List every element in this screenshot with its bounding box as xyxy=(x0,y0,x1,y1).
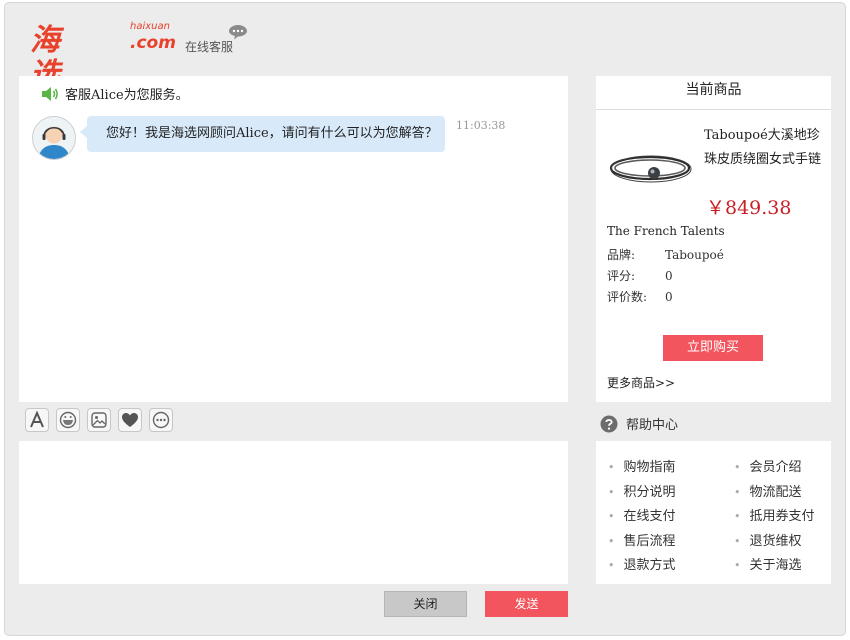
message-timestamp: 11:03:38 xyxy=(456,119,506,132)
help-link[interactable]: 购物指南 xyxy=(608,456,676,475)
send-button[interactable]: 发送 xyxy=(485,591,568,617)
online-service-label: 在线客服 xyxy=(185,40,234,54)
help-center-label: 帮助中心 xyxy=(626,418,679,433)
font-icon xyxy=(30,411,44,428)
buy-now-button[interactable]: 立即购买 xyxy=(663,335,763,361)
more-icon xyxy=(152,411,170,429)
current-product-panel: 当前商品 Taboupoé大溪地珍珠皮质绕圈女式手链 ￥849.38 The F… xyxy=(596,76,831,402)
attribute-value: Taboupoé xyxy=(665,248,724,262)
heart-icon xyxy=(122,413,138,427)
agent-message-bubble: 您好！我是海选网顾问Alice，请问有什么可以为您解答？ xyxy=(80,116,445,152)
help-link[interactable]: 退货维权 xyxy=(734,530,802,549)
agent-avatar xyxy=(32,116,76,160)
attribute-key: 品牌: xyxy=(607,248,636,262)
logo-com-text: .com xyxy=(130,33,176,53)
store-name: The French Talents xyxy=(607,224,725,238)
more-button[interactable] xyxy=(149,408,173,432)
speaker-icon xyxy=(42,86,58,101)
help-link[interactable]: 会员介绍 xyxy=(734,456,802,475)
product-panel-title: 当前商品 xyxy=(596,76,831,110)
product-image[interactable] xyxy=(608,148,694,186)
favorite-button[interactable] xyxy=(118,408,142,432)
help-link[interactable]: 关于海选 xyxy=(734,554,802,573)
attribute-key: 评价数: xyxy=(607,290,648,304)
emoji-icon xyxy=(59,411,77,429)
chat-bubble-icon xyxy=(229,25,247,40)
attribute-value: 0 xyxy=(665,269,673,283)
help-link[interactable]: 退款方式 xyxy=(608,554,676,573)
help-center-title: 帮助中心 xyxy=(600,414,678,433)
product-price: ￥849.38 xyxy=(706,197,792,219)
question-icon xyxy=(600,415,618,432)
help-link[interactable]: 售后流程 xyxy=(608,530,676,549)
image-button[interactable] xyxy=(87,408,111,432)
chat-toolbar xyxy=(25,408,173,432)
help-link[interactable]: 在线支付 xyxy=(608,505,676,524)
product-name[interactable]: Taboupoé大溪地珍珠皮质绕圈女式手链 xyxy=(704,124,824,172)
attribute-key: 评分: xyxy=(607,269,636,283)
service-notice-text: 客服Alice为您服务。 xyxy=(65,88,189,103)
close-button[interactable]: 关闭 xyxy=(384,591,467,617)
help-links-panel: 购物指南 会员介绍 积分说明 物流配送 在线支付 抵用券支付 售后流程 退货维权… xyxy=(596,441,831,584)
message-input-panel xyxy=(19,441,568,584)
logo-sub-text: haixuan xyxy=(130,21,170,32)
attribute-rating: 评分: 0 xyxy=(607,267,673,284)
emoji-button[interactable] xyxy=(56,408,80,432)
attribute-brand: 品牌: Taboupoé xyxy=(607,246,724,263)
message-input[interactable] xyxy=(19,441,568,584)
help-link[interactable]: 抵用券支付 xyxy=(734,505,815,524)
more-products-link[interactable]: 更多商品>> xyxy=(607,374,675,391)
attribute-review-count: 评价数: 0 xyxy=(607,288,673,305)
font-button[interactable] xyxy=(25,408,49,432)
service-notice: 客服Alice为您服务。 xyxy=(41,84,189,103)
image-icon xyxy=(91,412,107,428)
help-link[interactable]: 积分说明 xyxy=(608,481,676,500)
attribute-value: 0 xyxy=(665,290,673,304)
chat-history-panel[interactable]: 客服Alice为您服务。 您好！我是海选网顾问Alice，请问有什么可以为您解答… xyxy=(19,76,568,402)
help-link[interactable]: 物流配送 xyxy=(734,481,802,500)
